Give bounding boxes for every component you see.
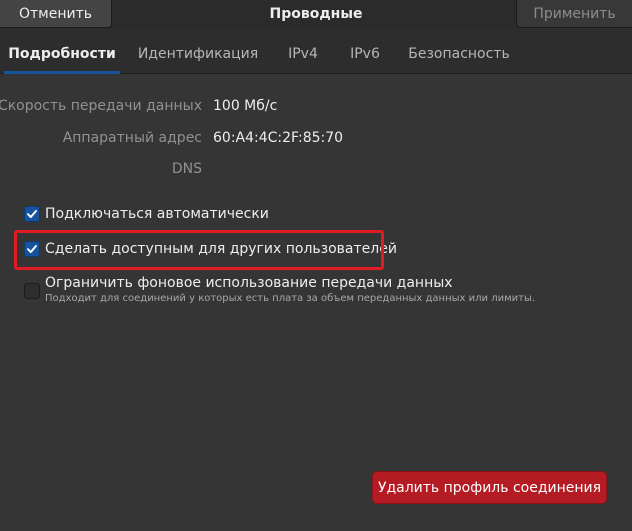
speed-value: 100 Мб/с <box>213 98 278 114</box>
tab-ipv6-label: IPv6 <box>350 46 380 62</box>
tab-details[interactable]: Подробности <box>4 28 120 74</box>
tab-security[interactable]: Безопасность <box>402 28 516 74</box>
metered-checkbox[interactable] <box>24 283 40 299</box>
auto-connect-label[interactable]: Подключаться автоматически <box>45 206 269 222</box>
auto-connect-checkbox[interactable] <box>24 206 40 222</box>
apply-button[interactable]: Применить <box>516 0 632 28</box>
checkmark-icon <box>27 210 37 218</box>
header-bar: Отменить Проводные Применить <box>0 0 632 28</box>
highlight-box <box>14 230 384 270</box>
tab-details-label: Подробности <box>8 46 116 62</box>
cancel-button[interactable]: Отменить <box>0 0 112 28</box>
tab-ipv4[interactable]: IPv4 <box>276 28 330 74</box>
speed-label: Скорость передачи данных <box>0 98 202 114</box>
tab-security-label: Безопасность <box>408 46 510 62</box>
dns-label: DNS <box>171 161 202 177</box>
delete-profile-button[interactable]: Удалить профиль соединения <box>372 471 607 504</box>
hw-address-value: 60:A4:4C:2F:85:70 <box>213 130 344 146</box>
metered-hint: Подходит для соединений у которых есть п… <box>45 293 536 304</box>
tab-identity[interactable]: Идентификация <box>130 28 266 74</box>
tab-ipv6[interactable]: IPv6 <box>338 28 392 74</box>
tab-identity-label: Идентификация <box>137 46 259 62</box>
tab-bar: Подробности Идентификация IPv4 IPv6 Безо… <box>0 28 632 74</box>
hw-address-label: Аппаратный адрес <box>62 130 202 146</box>
tab-ipv4-label: IPv4 <box>288 46 318 62</box>
dialog-title: Проводные <box>269 6 363 22</box>
metered-label[interactable]: Ограничить фоновое использование передач… <box>45 275 453 291</box>
